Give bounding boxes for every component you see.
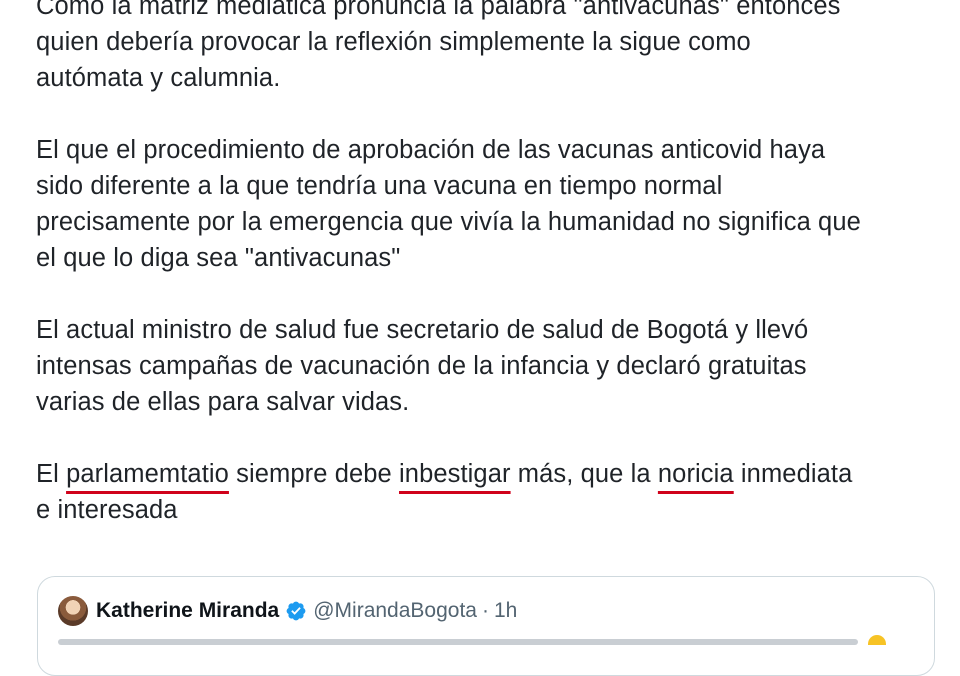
text-line: el que lo diga sea "antivacunas": [36, 244, 401, 272]
text-segment: inmediata: [733, 460, 853, 488]
tweet-paragraph-4: El parlamemtatio siempre debe inbestigar…: [36, 456, 936, 528]
tweet-paragraph-1: Como la matriz mediática pronuncia la pa…: [36, 0, 936, 96]
text-segment: más, que la: [510, 460, 658, 488]
text-line: El que el procedimiento de aprobación de…: [36, 136, 826, 164]
text-line: El parlamemtatio siempre debe inbestigar…: [36, 456, 936, 492]
tweet-paragraph-2: El que el procedimiento de aprobación de…: [36, 132, 936, 276]
text-line: intensas campañas de vacunación de la in…: [36, 352, 807, 380]
misspelled-word-underlined: parlamemtatio: [66, 460, 229, 488]
quoted-author-name[interactable]: Katherine Miranda: [96, 599, 279, 623]
quoted-tweet-header: Katherine Miranda @MirandaBogota · 1h: [58, 596, 517, 626]
text-line: varias de ellas para salvar vidas.: [36, 388, 410, 416]
avatar[interactable]: [58, 596, 88, 626]
text-line: e interesada: [36, 496, 178, 524]
text-line: quien debería provocar la reflexión simp…: [36, 28, 751, 56]
quoted-tweet-card[interactable]: Katherine Miranda @MirandaBogota · 1h: [37, 576, 935, 676]
misspelled-word-underlined: inbestigar: [399, 460, 511, 488]
tweet-text: Como la matriz mediática pronuncia la pa…: [36, 0, 936, 564]
text-line: autómata y calumnia.: [36, 64, 281, 92]
text-line: sido diferente a la que tendría una vacu…: [36, 172, 723, 200]
quoted-tweet-text-preview: [58, 635, 908, 645]
separator-dot: ·: [481, 599, 489, 622]
text-line: Como la matriz mediática pronuncia la pa…: [36, 0, 841, 20]
text-line: precisamente por la emergencia que vivía…: [36, 208, 861, 236]
verified-badge-icon: [286, 601, 306, 621]
text-line: El actual ministro de salud fue secretar…: [36, 316, 809, 344]
tweet-paragraph-3: El actual ministro de salud fue secretar…: [36, 312, 936, 420]
quoted-tweet-timestamp[interactable]: 1h: [494, 599, 517, 623]
text-segment: El: [36, 460, 67, 488]
text-segment: siempre debe: [228, 460, 400, 488]
misspelled-word-underlined: noricia: [657, 460, 734, 488]
quoted-author-handle[interactable]: @MirandaBogota: [313, 599, 477, 623]
